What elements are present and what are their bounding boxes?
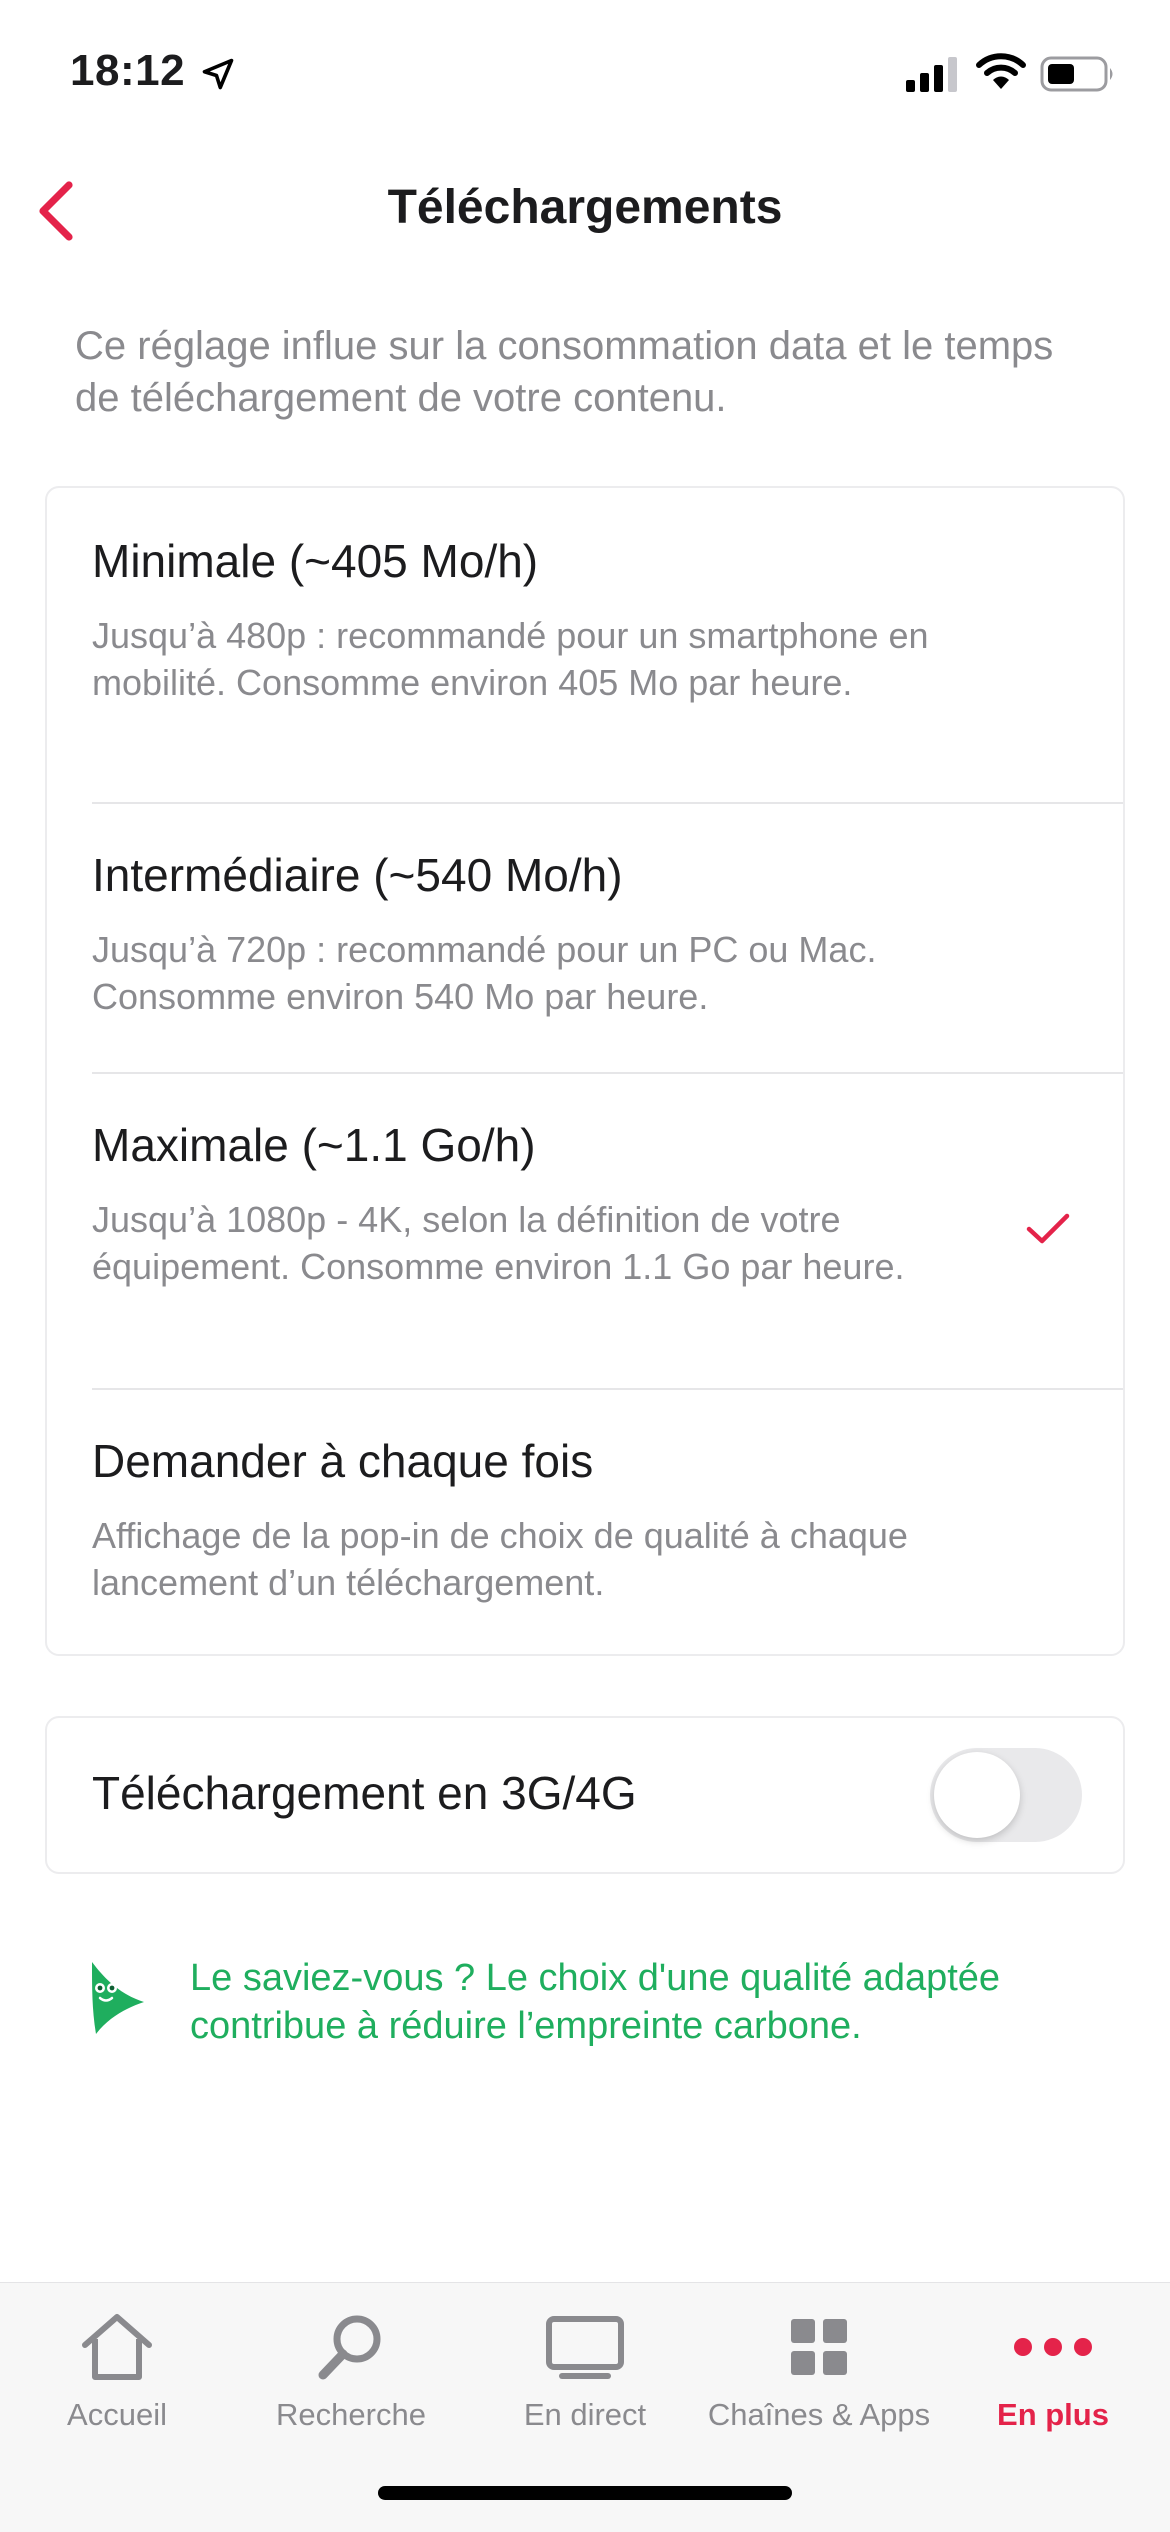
quality-option-intermediaire[interactable]: Intermédiaire (~540 Mo/h) Jusqu’à 720p :… [47,804,1125,1072]
quality-option-demander[interactable]: Demander à chaque fois Affichage de la p… [47,1390,1125,1656]
screen: 18:12 Téléchargements Ce réglage influe … [0,0,1170,2532]
home-indicator[interactable] [378,2486,792,2500]
status-time: 18:12 [70,46,186,95]
grid-icon [791,2319,847,2375]
navigation-bar: Téléchargements [0,160,1170,260]
intro-text: Ce réglage influe sur la consommation da… [75,324,1054,420]
option-description: Jusqu’à 480p : recommandé pour un smartp… [92,615,929,703]
wifi-icon [976,53,1026,89]
battery-icon [1040,56,1113,92]
cellular-download-toggle[interactable] [930,1748,1082,1842]
more-dots-icon [1014,2338,1092,2356]
option-title: Demander à chaque fois [92,1435,594,1487]
tab-label: Recherche [276,2397,426,2432]
option-title: Maximale (~1.1 Go/h) [92,1119,536,1171]
home-icon [82,2314,152,2380]
cellular-download-label: Téléchargement en 3G/4G [92,1767,637,1819]
quality-option-minimale[interactable]: Minimale (~405 Mo/h) Jusqu’à 480p : reco… [47,488,1125,802]
checkmark-icon [1026,1213,1070,1244]
status-bar: 18:12 [0,0,1170,140]
page-title: Téléchargements [387,181,783,234]
carbon-tip-text: Le saviez-vous ? Le choix d'une qualité … [190,1957,1001,2047]
tab-en-plus[interactable]: En plus [936,2283,1170,2443]
option-description: Affichage de la pop-in de choix de quali… [92,1515,908,1603]
tab-label: Chaînes & Apps [707,2397,931,2432]
toggle-knob [934,1752,1020,1838]
tab-en-direct[interactable]: En direct [468,2283,702,2443]
tab-label: En plus [997,2397,1109,2432]
quality-option-maximale[interactable]: Maximale (~1.1 Go/h) Jusqu’à 1080p - 4K,… [47,1074,1125,1388]
tab-label: En direct [523,2397,647,2432]
cellular-signal-icon [906,57,957,92]
option-description: Jusqu’à 720p : recommandé pour un PC ou … [92,929,877,1017]
option-title: Intermédiaire (~540 Mo/h) [92,849,623,901]
tab-accueil[interactable]: Accueil [0,2283,234,2443]
option-title: Minimale (~405 Mo/h) [92,535,539,587]
search-icon [318,2315,381,2380]
tab-label: Accueil [67,2397,167,2432]
leaf-icon [92,1962,144,2034]
cellular-download-card: Téléchargement en 3G/4G [45,1716,1125,1874]
tab-chaines-apps[interactable]: Chaînes & Apps [702,2283,936,2443]
quality-options-card: Minimale (~405 Mo/h) Jusqu’à 480p : reco… [45,486,1125,1656]
option-description: Jusqu’à 1080p - 4K, selon la définition … [92,1199,905,1287]
location-arrow-icon [202,58,234,90]
tv-icon [546,2316,624,2379]
tab-recherche[interactable]: Recherche [234,2283,468,2443]
